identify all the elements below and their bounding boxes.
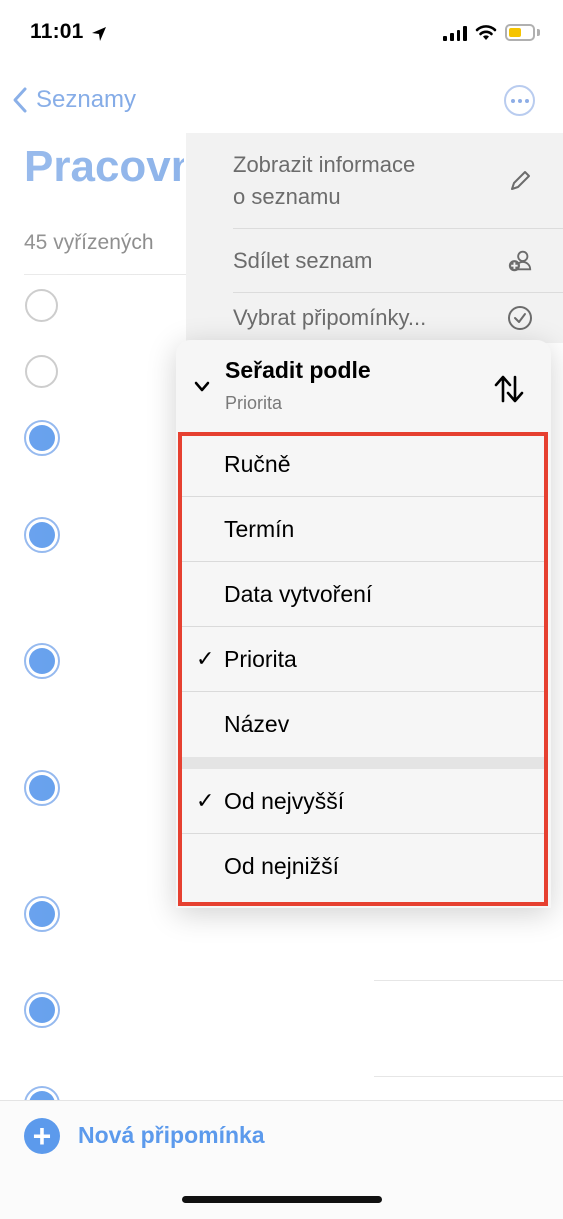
new-reminder-button[interactable]: Nová připomínka [78, 1122, 265, 1149]
menu-item-label: Vybrat připomínky... [233, 305, 427, 330]
highlight-annotation [178, 432, 548, 906]
sort-arrows-icon [494, 375, 524, 403]
ellipsis-icon [510, 98, 515, 103]
reminder-checkbox-completed[interactable] [24, 992, 60, 1028]
page-title: Pracovní [24, 142, 184, 191]
share-person-icon [507, 248, 533, 274]
status-time: 11:01 [30, 20, 84, 43]
home-indicator [182, 1196, 382, 1203]
more-options-button[interactable] [504, 85, 535, 116]
reminder-checkbox-completed[interactable] [24, 770, 60, 806]
reminder-checkbox-completed[interactable] [24, 517, 60, 553]
chevron-down-icon [194, 381, 210, 392]
menu-item-label: o seznamu [233, 183, 341, 209]
divider [374, 1076, 563, 1077]
sort-current-value: Priorita [225, 393, 283, 413]
location-arrow-icon [92, 27, 106, 41]
pencil-icon [507, 168, 533, 194]
cellular-signal-icon [443, 25, 467, 41]
checkmark-circle-icon [507, 305, 533, 331]
wifi-icon [475, 25, 497, 40]
back-label: Seznamy [36, 86, 137, 113]
battery-tip [537, 29, 540, 36]
reminder-checkbox-completed[interactable] [24, 643, 60, 679]
menu-item-show-info[interactable]: Zobrazit informace o seznamu [233, 133, 563, 229]
plus-icon[interactable]: + [24, 1118, 60, 1154]
reminder-checkbox-completed[interactable] [24, 896, 60, 932]
reminder-checkbox[interactable] [25, 355, 58, 388]
menu-item-label: Sdílet seznam [233, 247, 373, 273]
sort-header[interactable]: Seřadit podle Priorita [176, 340, 551, 430]
menu-item-select-reminders[interactable]: Vybrat připomínky... [233, 293, 563, 343]
reminder-checkbox-completed[interactable] [24, 420, 60, 456]
menu-item-share-list[interactable]: Sdílet seznam [233, 229, 563, 293]
menu-item-label: Zobrazit informace [233, 151, 416, 177]
divider [374, 980, 563, 981]
reminder-checkbox[interactable] [25, 289, 58, 322]
context-menu: Zobrazit informace o seznamu Sdílet sezn… [186, 133, 563, 343]
sort-title: Seřadit podle [225, 357, 371, 383]
battery-icon [505, 24, 535, 41]
completed-count: 45 vyřízených [24, 231, 154, 254]
chevron-left-icon [13, 87, 27, 113]
back-button[interactable]: Seznamy [12, 84, 136, 116]
